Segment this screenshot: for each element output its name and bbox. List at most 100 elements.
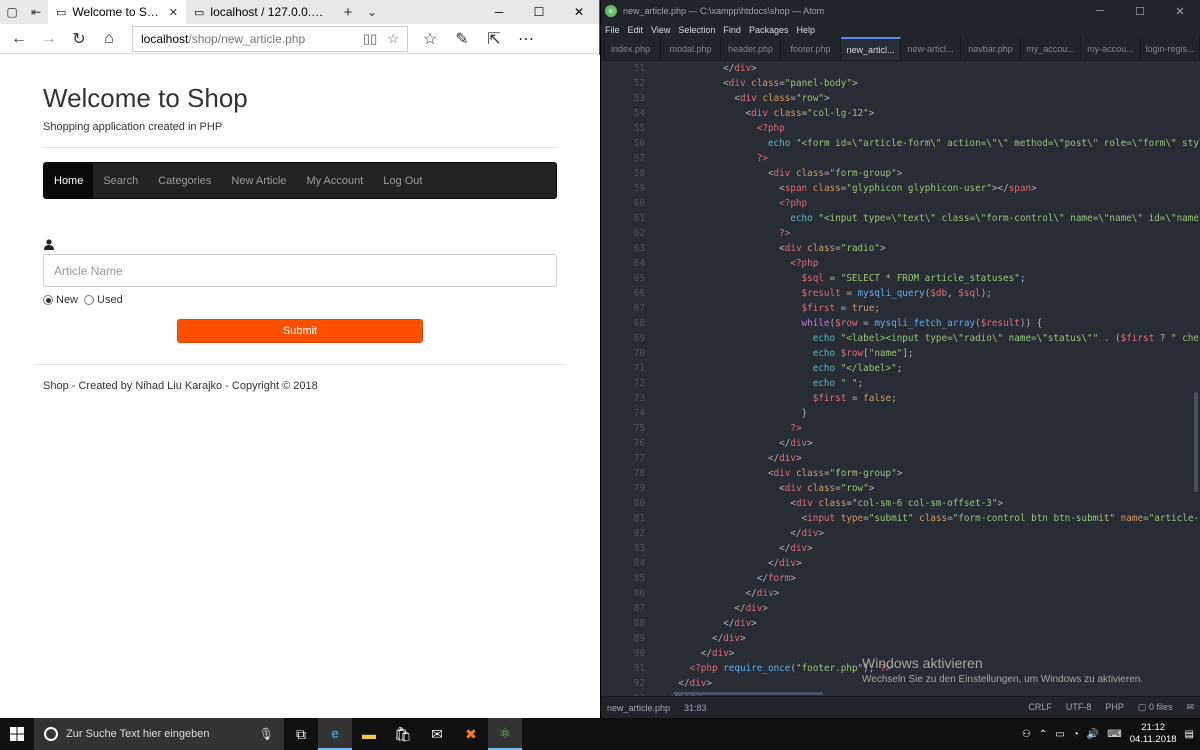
nav-home[interactable]: Home [44,163,94,198]
activation-watermark: Windows aktivieren Wechseln Sie zu den E… [862,655,1143,685]
volume-icon[interactable]: 🔊 [1087,729,1099,740]
clock-date: 04.11.2018 [1129,734,1177,745]
browser-tab-shop[interactable]: ▭ Welcome to Shop ✕ [48,0,186,24]
browser-tab-phpmyadmin[interactable]: ▭ localhost / 127.0.0.1 / shop [186,0,336,24]
atom-tab[interactable]: modal.php [661,37,721,60]
menu-view[interactable]: View [651,25,670,35]
share-icon[interactable]: ⇱ [478,25,510,53]
tab-preview-icon[interactable]: ▢ [0,0,24,24]
vertical-scrollbar[interactable] [1194,392,1198,492]
nav-categories[interactable]: Categories [148,163,221,198]
clock-time: 21:12 [1141,722,1166,733]
atom-tab[interactable]: footer.php [781,37,841,60]
status-grammar[interactable]: PHP [1105,702,1124,713]
action-center-icon[interactable]: ▤ [1185,729,1194,740]
atom-taskbar-icon[interactable]: ⚛ [488,718,522,750]
keyboard-icon[interactable]: ⌨ [1107,729,1121,740]
atom-tab[interactable]: navbar.php [961,37,1021,60]
status-radio-group: New Used [43,294,123,306]
start-button[interactable] [0,718,34,750]
submit-button[interactable]: Submit [177,319,423,343]
radio-new[interactable] [43,295,53,305]
chevron-up-icon[interactable]: ⌃ [1039,729,1047,740]
file-explorer-icon[interactable]: ▬ [352,718,386,750]
minimize-icon[interactable]: ─ [1080,5,1120,18]
status-file[interactable]: new_article.php [607,703,670,713]
horizontal-scrollbar[interactable] [673,692,823,695]
close-icon[interactable]: ✕ [1160,5,1200,18]
nav-my-account[interactable]: My Account [296,163,373,198]
new-tab-icon[interactable]: + [336,0,360,24]
code-line: 51 </div> [633,63,757,74]
edge-icon[interactable]: e [318,718,352,750]
code-line: 68 while($row = mysqli_fetch_array($resu… [633,318,1043,329]
address-host: localhost [141,31,189,46]
atom-tab[interactable]: new-articl... [901,37,961,60]
address-bar[interactable]: localhost/shop/new_article.php ▯▯ ☆ [132,25,408,52]
maximize-icon[interactable]: ☐ [519,0,559,24]
watermark-title: Windows aktivieren [862,655,983,671]
task-view-icon[interactable]: ⧉ [284,718,318,750]
minimize-icon[interactable]: ─ [479,0,519,24]
nav-log-out[interactable]: Log Out [373,163,432,198]
status-git[interactable]: ▢ 0 files [1138,702,1173,713]
forward-icon[interactable]: → [34,25,64,53]
back-icon[interactable]: ← [4,25,34,53]
menu-file[interactable]: File [605,25,620,35]
pen-icon[interactable]: ✎ [446,25,478,53]
store-icon[interactable]: 🛍 [386,718,420,750]
divider [43,147,557,148]
radio-new-label: New [56,294,79,306]
code-line: 56 echo "<form id=\"article-form\" actio… [633,138,1200,149]
menu-selection[interactable]: Selection [678,25,715,35]
maximize-icon[interactable]: ☐ [1120,5,1160,18]
nav-search[interactable]: Search [93,163,148,198]
favorite-star-icon[interactable]: ☆ [387,31,399,47]
code-line: 65 $sql = "SELECT * FROM article_statuse… [633,273,1026,284]
status-encoding[interactable]: UTF-8 [1066,702,1092,713]
atom-tab[interactable]: my_accou... [1021,37,1081,60]
atom-tab[interactable]: index.php [601,37,661,60]
code-editor[interactable]: 51 </div> 52 <div class="panel-body"> 53… [601,61,1200,696]
microphone-icon[interactable]: 🎙 [259,727,274,741]
menu-help[interactable]: Help [796,25,815,35]
chevron-down-icon[interactable]: ⌄ [360,0,384,24]
menu-packages[interactable]: Packages [749,25,789,35]
mail-icon[interactable]: ✉ [420,718,454,750]
nav-new-article[interactable]: New Article [221,163,296,198]
atom-tab[interactable]: login-regis... [1141,37,1200,60]
code-line: 83 </div> [633,543,813,554]
close-tab-icon[interactable]: ✕ [169,6,178,19]
user-icon [44,239,54,250]
atom-tab[interactable]: my-accou... [1081,37,1141,60]
network-icon[interactable]: ◔ [1073,729,1079,740]
xampp-icon[interactable]: ✖ [454,718,488,750]
notification-icon[interactable]: ✉ [1186,702,1194,713]
system-tray: ⚇ ⌃ ▭ ◔ 🔊 ⌨ 21:12 04.11.2018 ▤ [1022,722,1200,746]
page-footer: Shop - Created by Nihad Liu Karajko - Co… [43,380,318,392]
home-icon[interactable]: ⌂ [94,25,124,53]
status-line-ending[interactable]: CRLF [1028,702,1052,713]
set-aside-tabs-icon[interactable]: ⇤ [24,0,48,24]
atom-tab-active[interactable]: new_articl... [841,37,901,60]
reading-view-icon[interactable]: ▯▯ [363,31,377,47]
article-name-input[interactable] [43,254,557,287]
atom-tab[interactable]: header.php [721,37,781,60]
close-icon[interactable]: ✕ [559,0,599,24]
people-icon[interactable]: ⚇ [1022,729,1031,740]
divider [35,364,565,365]
search-placeholder: Zur Suche Text hier eingeben [66,728,210,740]
refresh-icon[interactable]: ↻ [64,25,94,53]
atom-editor-window: ⚛ new_article.php — C:\xampp\htdocs\shop… [601,0,1200,718]
favorites-hub-icon[interactable]: ☆ [414,25,446,53]
radio-used[interactable] [84,295,95,305]
more-icon[interactable]: ⋯ [510,25,542,53]
page-title: Welcome to Shop [43,83,248,113]
menu-find[interactable]: Find [723,25,741,35]
menu-edit[interactable]: Edit [628,25,644,35]
taskbar-search[interactable]: Zur Suche Text hier eingeben 🎙 [34,718,284,750]
status-cursor-position[interactable]: 31:83 [684,703,707,713]
code-line: 84 </div> [633,558,802,569]
battery-icon[interactable]: ▭ [1055,729,1064,740]
clock[interactable]: 21:12 04.11.2018 [1130,722,1177,746]
